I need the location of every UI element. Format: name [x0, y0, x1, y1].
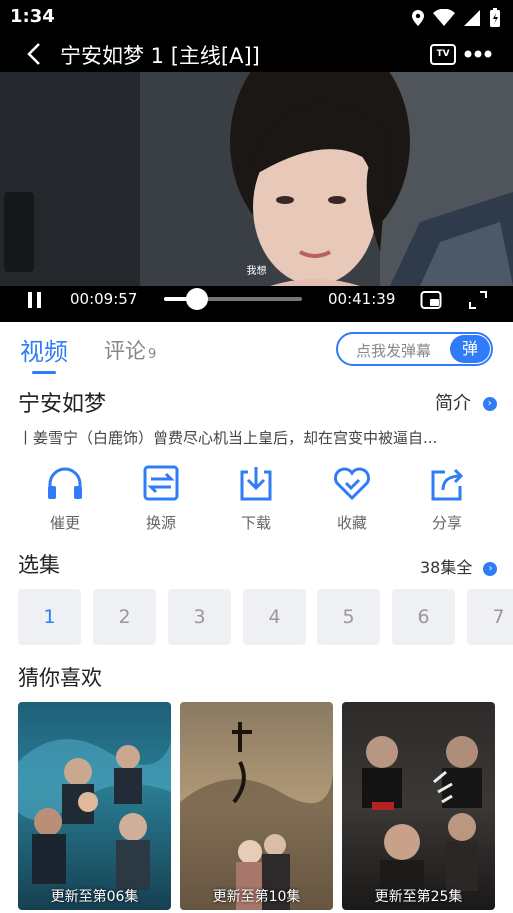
- tab-comments[interactable]: 评论 9: [104, 335, 156, 365]
- action-share[interactable]: 分享: [412, 464, 482, 533]
- poster-image: [18, 739, 171, 890]
- danmaku-input[interactable]: 点我发弹幕 弹: [336, 332, 493, 366]
- episode-item[interactable]: 2: [93, 589, 156, 645]
- fullscreen-icon[interactable]: [468, 290, 488, 310]
- tv-cast-icon[interactable]: TV: [430, 44, 456, 65]
- back-icon[interactable]: [26, 42, 42, 66]
- comments-count: 9: [148, 347, 157, 362]
- episode-list: 1 2 3 4 5 6 7: [18, 589, 513, 645]
- episode-number: 4: [268, 606, 281, 628]
- signal-icon: [464, 10, 480, 26]
- intro-label: 简介: [435, 393, 471, 414]
- headphones-icon: [48, 467, 82, 499]
- subtitle-text: 我想: [246, 266, 267, 277]
- action-download[interactable]: 下载: [221, 464, 291, 533]
- seek-bar[interactable]: [164, 288, 302, 310]
- action-favorite-label: 收藏: [336, 514, 367, 532]
- episode-item[interactable]: 5: [317, 589, 380, 645]
- chevron-right-icon: ›: [483, 561, 498, 576]
- episode-item[interactable]: 3: [168, 589, 231, 645]
- intro-link[interactable]: 简介 ›: [435, 389, 497, 415]
- recommend-caption: 更新至第06集: [50, 889, 139, 905]
- title-bar: 宁安如梦 1 [主线[A]] TV: [0, 36, 513, 72]
- switch-source-icon: [143, 465, 179, 501]
- danmaku-placeholder: 点我发弹幕: [356, 342, 432, 360]
- location-icon: [412, 10, 424, 26]
- danmaku-button-label: 弹: [461, 339, 478, 358]
- tab-comments-label: 评论: [104, 339, 146, 363]
- wifi-icon: [433, 9, 455, 26]
- video-title: 宁安如梦 1 [主线[A]]: [60, 44, 260, 68]
- pip-icon[interactable]: [420, 290, 442, 310]
- player-controls: 00:09:57 00:41:39: [0, 286, 513, 322]
- episode-item[interactable]: 6: [392, 589, 455, 645]
- episodes-total: 38集全: [420, 558, 473, 577]
- seek-thumb[interactable]: [186, 288, 209, 310]
- danmaku-button[interactable]: 弹: [450, 335, 490, 363]
- episode-number: 3: [193, 606, 206, 628]
- recommend-card[interactable]: 更新至第25集: [342, 702, 495, 910]
- status-time: 1:34: [10, 6, 55, 27]
- share-icon: [431, 468, 464, 501]
- episode-item[interactable]: 7: [467, 589, 513, 645]
- episode-number: 7: [492, 606, 505, 628]
- video-frame-image: [0, 72, 513, 286]
- video-player[interactable]: 我想: [0, 72, 513, 286]
- tab-video-label: 视频: [20, 338, 68, 366]
- episode-number: 6: [417, 606, 430, 628]
- status-bar: 1:34: [0, 0, 513, 36]
- action-switch-source-label: 换源: [145, 514, 176, 532]
- episode-number: 1: [43, 606, 56, 628]
- chevron-right-icon: ›: [482, 397, 497, 411]
- poster-image: [180, 722, 333, 910]
- heart-icon: [334, 467, 370, 501]
- recommend-caption: 更新至第25集: [374, 889, 463, 905]
- recommend-title: 猜你喜欢: [18, 666, 102, 690]
- show-title: 宁安如梦: [18, 392, 107, 417]
- status-icons: [411, 8, 501, 28]
- pause-icon[interactable]: [27, 291, 43, 309]
- episode-number: 5: [342, 606, 355, 628]
- tab-indicator: [32, 371, 56, 374]
- total-time: 00:41:39: [328, 290, 396, 308]
- download-icon: [240, 467, 272, 501]
- action-download-label: 下载: [240, 514, 271, 532]
- episodes-title: 选集: [18, 553, 60, 577]
- battery-icon: [490, 8, 500, 27]
- episodes-all-link[interactable]: 38集全 ›: [420, 554, 498, 578]
- episode-item[interactable]: 1: [18, 589, 81, 645]
- show-description: 丨姜雪宁（白鹿饰）曾费尽心机当上皇后，却在宫变中被逼自...: [18, 429, 438, 447]
- episode-item[interactable]: 4: [243, 589, 306, 645]
- poster-image: [362, 736, 482, 910]
- episode-number: 2: [118, 606, 131, 628]
- action-favorite[interactable]: 收藏: [317, 464, 387, 533]
- current-time: 00:09:57: [70, 290, 138, 308]
- more-icon[interactable]: [464, 50, 492, 58]
- action-switch-source[interactable]: 换源: [126, 464, 196, 533]
- recommend-caption: 更新至第10集: [212, 889, 301, 905]
- recommend-card[interactable]: 更新至第10集: [180, 702, 333, 910]
- action-share-label: 分享: [431, 514, 462, 532]
- tv-label: TV: [436, 49, 450, 59]
- action-remind-label: 催更: [49, 514, 80, 532]
- tab-video[interactable]: 视频: [20, 332, 68, 374]
- recommend-card[interactable]: 更新至第06集: [18, 702, 171, 910]
- action-remind[interactable]: 催更: [30, 464, 100, 533]
